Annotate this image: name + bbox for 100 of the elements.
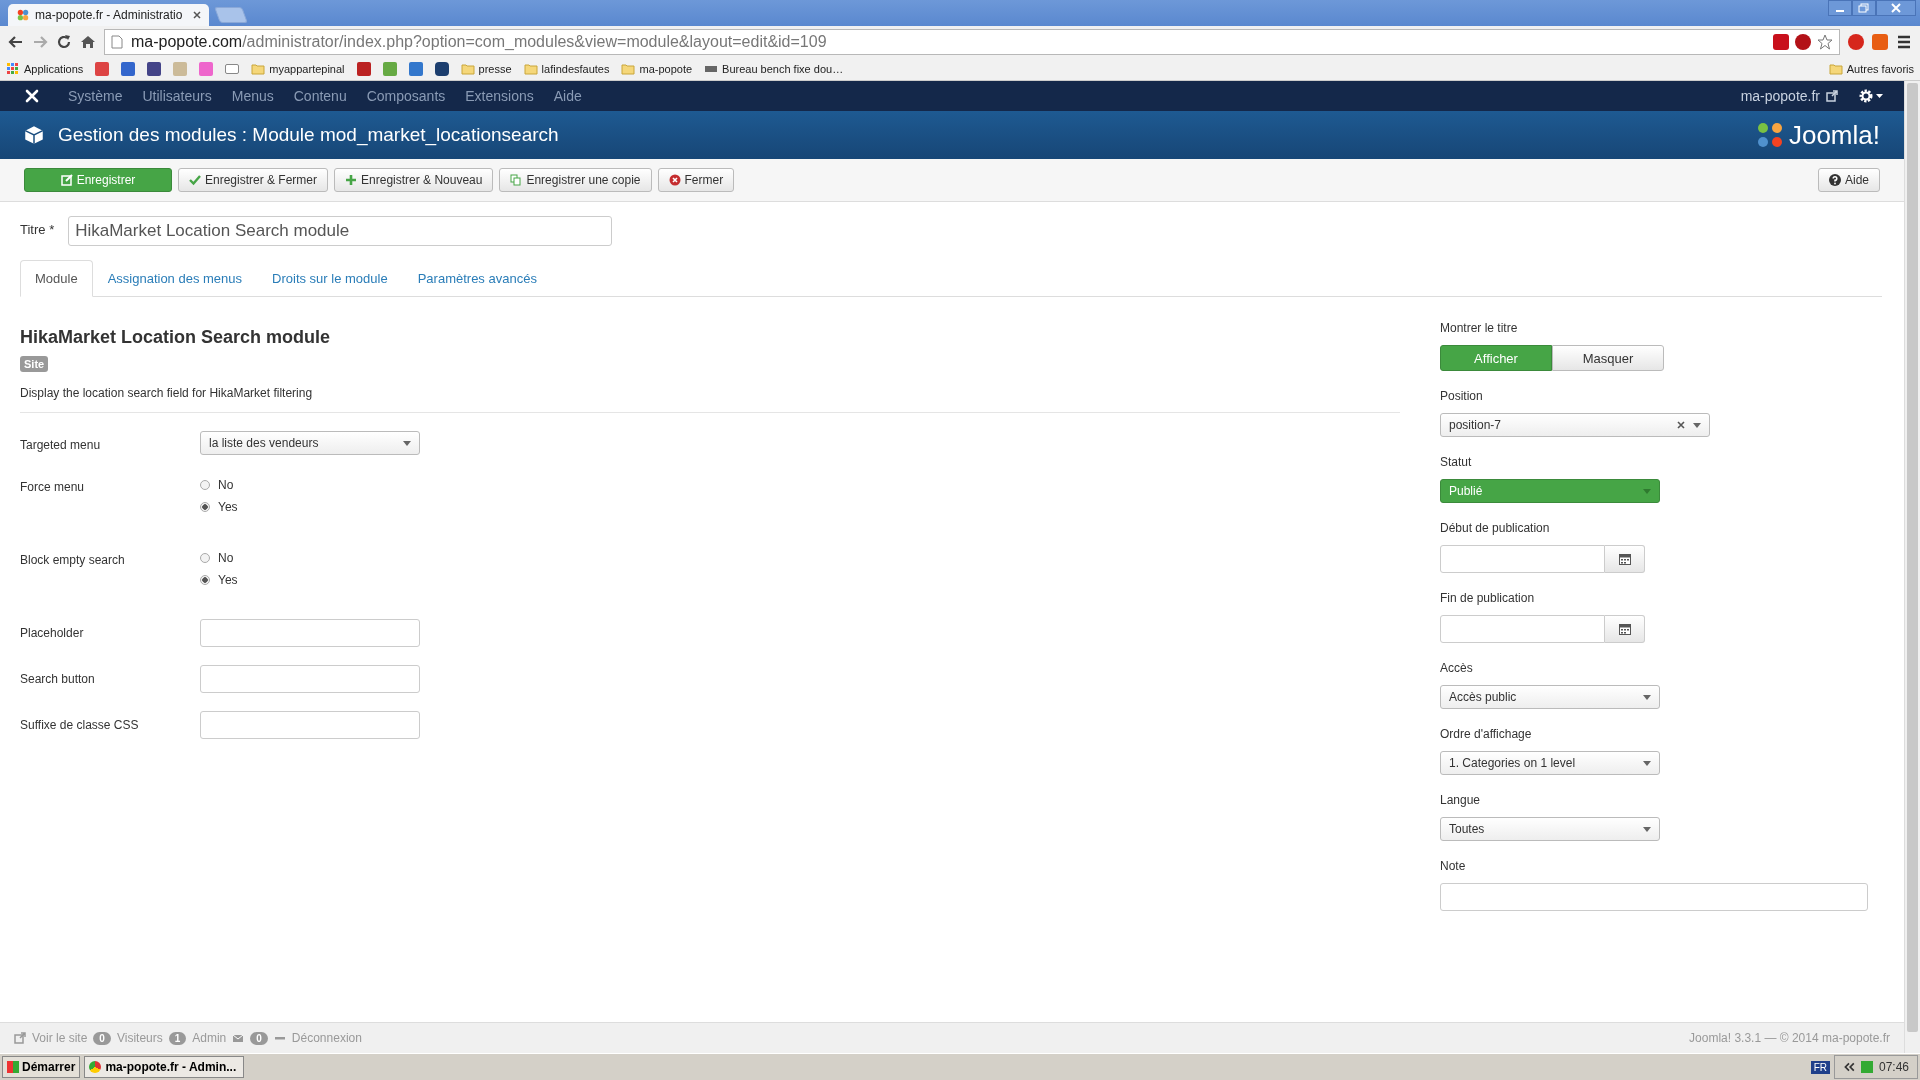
language-indicator[interactable]: FR [1810,1060,1830,1074]
field-label: Langue [1440,793,1481,807]
radio-option[interactable]: No [200,551,238,565]
input-field[interactable] [200,665,420,693]
address-bar[interactable]: ma-popote.com/administrator/index.php?option=com_modules&view=module&layout=edit&id=109 [104,29,1840,55]
title-field[interactable]: HikaMarket Location Search module [68,216,613,246]
bookmark-icon[interactable] [356,62,371,76]
page-icon [111,35,123,49]
chevron-icon[interactable] [1842,1061,1855,1073]
caret-icon [1693,422,1701,428]
tab[interactable]: Assignation des menus [92,260,258,297]
nav-menu-item[interactable]: Extensions [465,88,534,104]
nav-menu-item[interactable]: Aide [553,88,582,104]
minimize-button[interactable] [1828,0,1852,16]
joomla-wordmark: Joomla! [1788,119,1880,151]
bookmark[interactable]: myappartepinal [251,63,345,75]
visitors-label: Visiteurs [116,1031,163,1045]
menu-icon[interactable] [1896,34,1912,50]
nav-menu-item[interactable]: Menus [231,88,274,104]
calendar-button[interactable] [1605,545,1645,573]
cube-icon [24,125,44,145]
count-badge: 1 [168,1031,187,1045]
field-label: Titre * [20,221,55,237]
toolbar-button[interactable]: Enregistrer & Nouveau [334,168,494,192]
restore-button[interactable] [1852,0,1876,16]
dropdown[interactable]: Toutes [1440,817,1660,841]
nav-menu-item[interactable]: Système [68,88,123,104]
start-button[interactable]: Démarrer [2,1056,81,1078]
toolbar-button[interactable]: Enregistrer & Fermer [178,168,329,192]
field-label: Targeted menu [20,437,102,454]
settings-icon[interactable] [1858,88,1884,104]
toolbar-button[interactable]: Enregistrer une copie [499,168,652,192]
radio-option[interactable]: Yes [200,573,238,587]
close-icon[interactable] [193,11,202,19]
external-link-icon[interactable] [1826,90,1838,102]
field-label: Position [1440,389,1483,403]
star-icon[interactable] [1817,34,1833,50]
folder-icon [1828,63,1843,75]
reload-icon[interactable] [56,34,72,50]
count-badge: 0 [93,1031,111,1045]
calendar-button[interactable] [1605,615,1645,643]
back-icon[interactable] [8,34,24,50]
calendar-icon [1618,623,1631,635]
page-title: Gestion des modules : Module mod_market_locationsearch [58,124,559,146]
field-label: Début de publication [1440,521,1550,535]
field-label: Search button [20,671,96,688]
field-label: Statut [1440,455,1472,469]
date-field[interactable] [1440,545,1605,573]
scrollbar[interactable] [1904,81,1920,1053]
field-label: Block empty search [20,552,126,569]
bookmark-icon[interactable] [121,62,136,76]
clear-icon[interactable] [1677,421,1685,429]
close-window-button[interactable] [1876,0,1916,16]
bookmark-folder[interactable]: Autres favoris [1828,63,1914,75]
folder-icon [251,63,266,75]
field-label: Note [1440,859,1466,873]
caret-icon [1643,826,1651,832]
nav-menu-item[interactable]: Utilisateurs [142,88,212,104]
browser-tab[interactable]: ma-popote.fr - Administratio [8,4,210,26]
bookmark[interactable]: ma-popote [621,63,693,75]
field-label: Suffixe de classe CSS [20,717,140,734]
field-label: Accès [1440,661,1473,675]
caret-icon [1643,488,1651,494]
field-label: Fin de publication [1440,591,1535,605]
bookmark[interactable]: Applications [6,63,84,75]
forward-icon[interactable] [32,34,48,50]
bookmark-icon[interactable] [147,62,162,76]
joomla-logo-icon[interactable] [24,88,40,104]
toolbar-button[interactable]: Fermer [657,168,735,192]
input-field[interactable] [200,619,420,647]
dropdown[interactable]: Accès public [1440,685,1660,709]
nav-menu-item[interactable]: Composants [366,88,446,104]
help-icon [1828,174,1841,186]
nav-menu-item[interactable]: Contenu [293,88,347,104]
close-icon [668,174,681,186]
bookmark[interactable]: presse [460,63,512,75]
radio-option[interactable]: No [200,478,238,492]
bookmark[interactable]: lafindesfautes [523,63,610,75]
tab[interactable]: Module [20,260,93,297]
folder-icon [460,63,475,75]
bookmark[interactable]: Bureau bench fixe dou… [704,63,844,75]
folder-icon [523,63,538,75]
dropdown[interactable]: la liste des vendeurs [200,431,420,455]
taskbar-item[interactable]: ma-popote.fr - Admin... [84,1056,245,1078]
tab[interactable]: Paramètres avancés [402,260,552,297]
dropdown[interactable]: position-7 [1440,413,1710,437]
version-text: Joomla! 3.3.1 — © 2014 ma-popote.fr [1689,1031,1890,1045]
joomla-favicon-icon [16,8,30,22]
home-icon[interactable] [80,34,96,50]
input-field[interactable] [200,711,420,739]
help-button[interactable]: Aide [1817,168,1880,192]
site-link[interactable]: ma-popote.fr [1740,88,1820,104]
dropdown[interactable]: 1. Categories on 1 level [1440,751,1660,775]
field-label: Placeholder [20,625,85,642]
date-field[interactable] [1440,615,1605,643]
note-field[interactable] [1440,883,1868,911]
tab[interactable]: Droits sur le module [257,260,403,297]
toggle-option[interactable]: Masquer [1552,345,1664,371]
radio-option[interactable]: Yes [200,500,238,514]
envelope-icon[interactable] [225,64,240,74]
